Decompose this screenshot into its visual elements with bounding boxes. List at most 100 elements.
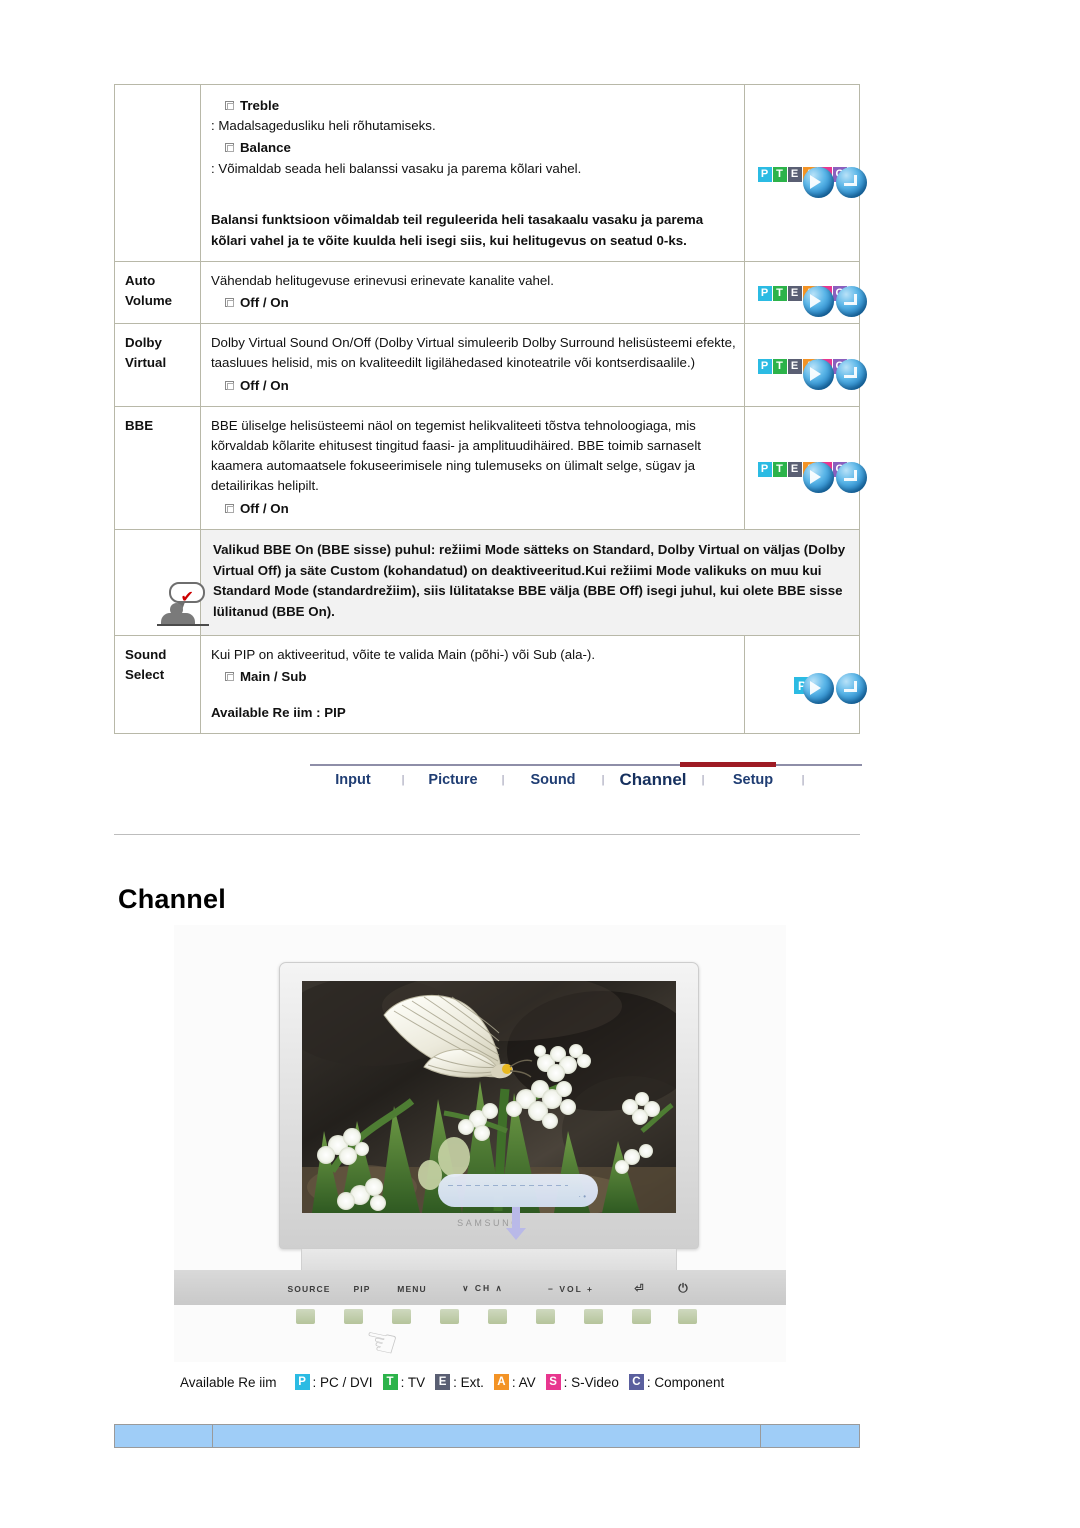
square-bullet-icon <box>224 298 234 308</box>
badge-P: P <box>757 166 772 182</box>
bullet-off-on: Off / On <box>211 499 736 519</box>
badge-T: T <box>772 461 787 477</box>
available-mode-text: Available Re iim : PIP <box>210 705 346 721</box>
monitor-illustration: SAMSUNG <box>279 962 699 1280</box>
control-knob[interactable] <box>344 1309 363 1324</box>
square-bullet-icon <box>224 101 234 110</box>
control-knob[interactable] <box>488 1309 507 1324</box>
speech-bubble-icon: ✔ <box>169 582 206 606</box>
sound-settings-table: Treble : Madalsagedusliku heli rõhutamis… <box>114 84 868 735</box>
row-label-auto-volume: Auto Volume <box>114 260 201 325</box>
row-desc-dolby-virtual: Dolby Virtual Sound On/Off (Dolby Virtua… <box>199 323 746 407</box>
balance-note: Balansi funktsioon võimaldab teil regule… <box>210 211 704 248</box>
pteasc-icon: P T E A S C <box>757 286 868 318</box>
square-bullet-icon <box>224 671 234 681</box>
tab-separator: | <box>801 774 805 786</box>
row-icon-cell: P <box>744 634 868 735</box>
footer-navigation-bar <box>114 1424 860 1448</box>
legend-text-pc-dvi: : PC / DVI <box>312 1374 373 1390</box>
row-label-cell <box>114 84 201 262</box>
row-label-dolby-virtual: Dolby Virtual <box>114 323 201 407</box>
tab-input[interactable]: Input <box>310 772 396 788</box>
legend-badge-A: A <box>493 1374 509 1390</box>
footer-cell-right[interactable] <box>761 1425 859 1447</box>
badge-E: E <box>787 358 802 374</box>
row-icon-cell: P T E A S C <box>744 260 868 325</box>
bullet-balance: Balance <box>211 138 736 158</box>
corner-sphere-icon <box>836 358 868 390</box>
control-channel-label[interactable]: ∨ CH ∧ <box>440 1283 526 1294</box>
control-menu-label[interactable]: MENU <box>384 1284 440 1294</box>
control-knob[interactable] <box>678 1309 697 1324</box>
control-enter-icon[interactable]: ⏎ <box>616 1282 662 1295</box>
footer-cell-center[interactable] <box>213 1425 761 1447</box>
row-label-sound-select: Sound Select <box>114 634 201 735</box>
desc-text: Dolby Virtual Sound On/Off (Dolby Virtua… <box>210 335 736 371</box>
row-desc-sound-select: Kui PIP on aktiveeritud, võite te valida… <box>199 634 746 735</box>
legend-text-tv: : TV <box>400 1374 426 1390</box>
control-volume-label[interactable]: − VOL + <box>526 1284 616 1294</box>
desc-text: Kui PIP on aktiveeritud, võite te valida… <box>210 646 596 662</box>
pip-icon: P <box>794 673 868 705</box>
samsung-logo: SAMSUNG <box>457 1218 521 1228</box>
footer-cell-left[interactable] <box>115 1425 213 1447</box>
tab-setup[interactable]: Setup <box>710 772 796 788</box>
monitor-figure-panel: SAMSUNG · • SOURCE PIP MENU ∨ CH ∧ − VOL… <box>174 925 786 1367</box>
legend-badge-S: S <box>545 1374 561 1390</box>
legend-text-av: : AV <box>511 1374 536 1390</box>
page-title: Channel <box>118 884 226 914</box>
badge-T: T <box>772 358 787 374</box>
badge-E: E <box>787 166 802 182</box>
note-row: ✔ Valikud BBE On (BBE sisse) puhul: reži… <box>114 528 861 636</box>
control-source-label[interactable]: SOURCE <box>278 1284 340 1294</box>
row-desc-auto-volume: Vähendab helitugevuse erinevusi erinevat… <box>199 260 746 325</box>
tab-separator: | <box>701 774 705 786</box>
pteasc-icon: P T E A S C <box>757 166 868 198</box>
control-knob[interactable] <box>584 1309 603 1324</box>
badge-T: T <box>772 166 787 182</box>
control-knob[interactable] <box>632 1309 651 1324</box>
square-bullet-icon <box>224 380 234 390</box>
table-row: BBE BBE üliselge helisüsteemi näol on te… <box>114 405 868 530</box>
tab-picture[interactable]: Picture <box>410 772 496 788</box>
desc-treble: : Madalsagedusliku heli rõhutamiseks. <box>210 118 436 134</box>
corner-sphere-icon <box>836 166 868 198</box>
tab-separator: | <box>501 774 505 786</box>
legend-text-ext: : Ext. <box>453 1374 484 1390</box>
control-knob[interactable] <box>296 1309 315 1324</box>
callout-dashes <box>448 1185 568 1186</box>
control-buttons-row <box>278 1309 706 1324</box>
row-desc-cell: Treble : Madalsagedusliku heli rõhutamis… <box>199 84 746 262</box>
person-base-icon <box>157 624 210 627</box>
pteasc-icon: P T E A S C <box>757 461 868 493</box>
desc-balance: : Võimaldab seada heli balanssi vasaku j… <box>210 160 582 176</box>
legend-badge-P: P <box>294 1374 310 1390</box>
legend-badge-T: T <box>382 1374 398 1390</box>
pteasc-icon: P T E A S C <box>757 358 868 390</box>
tab-channel[interactable]: Channel <box>610 770 696 790</box>
badge-E: E <box>787 461 802 477</box>
table-row: Treble : Madalsagedusliku heli rõhutamis… <box>114 84 868 262</box>
control-pip-label[interactable]: PIP <box>340 1284 384 1294</box>
bullet-off-on: Off / On <box>211 376 736 396</box>
desc-text: Vähendab helitugevuse erinevusi erinevat… <box>210 272 554 288</box>
control-knob[interactable] <box>536 1309 555 1324</box>
desc-text: BBE üliselge helisüsteemi näol on tegemi… <box>210 417 701 494</box>
control-knob[interactable] <box>440 1309 459 1324</box>
table-row: Sound Select Kui PIP on aktiveeritud, võ… <box>114 634 868 735</box>
callout-dots: · • <box>578 1192 586 1201</box>
play-sphere-icon <box>803 673 835 705</box>
legend-badge-E: E <box>435 1374 451 1390</box>
play-sphere-icon <box>803 286 835 318</box>
play-sphere-icon <box>803 358 835 390</box>
tab-separator: | <box>401 774 405 786</box>
pointer-arrow-head <box>506 1228 526 1240</box>
control-power-icon[interactable]: ⏻ <box>662 1281 704 1296</box>
table-body: Treble : Madalsagedusliku heli rõhutamis… <box>114 84 868 735</box>
pointing-hand-icon: ☜ <box>359 1316 403 1368</box>
bullet-off-on: Off / On <box>211 293 736 313</box>
square-bullet-icon <box>224 143 234 153</box>
callout-bubble: · • <box>438 1174 598 1207</box>
content-divider <box>114 834 860 835</box>
tab-sound[interactable]: Sound <box>510 772 596 788</box>
